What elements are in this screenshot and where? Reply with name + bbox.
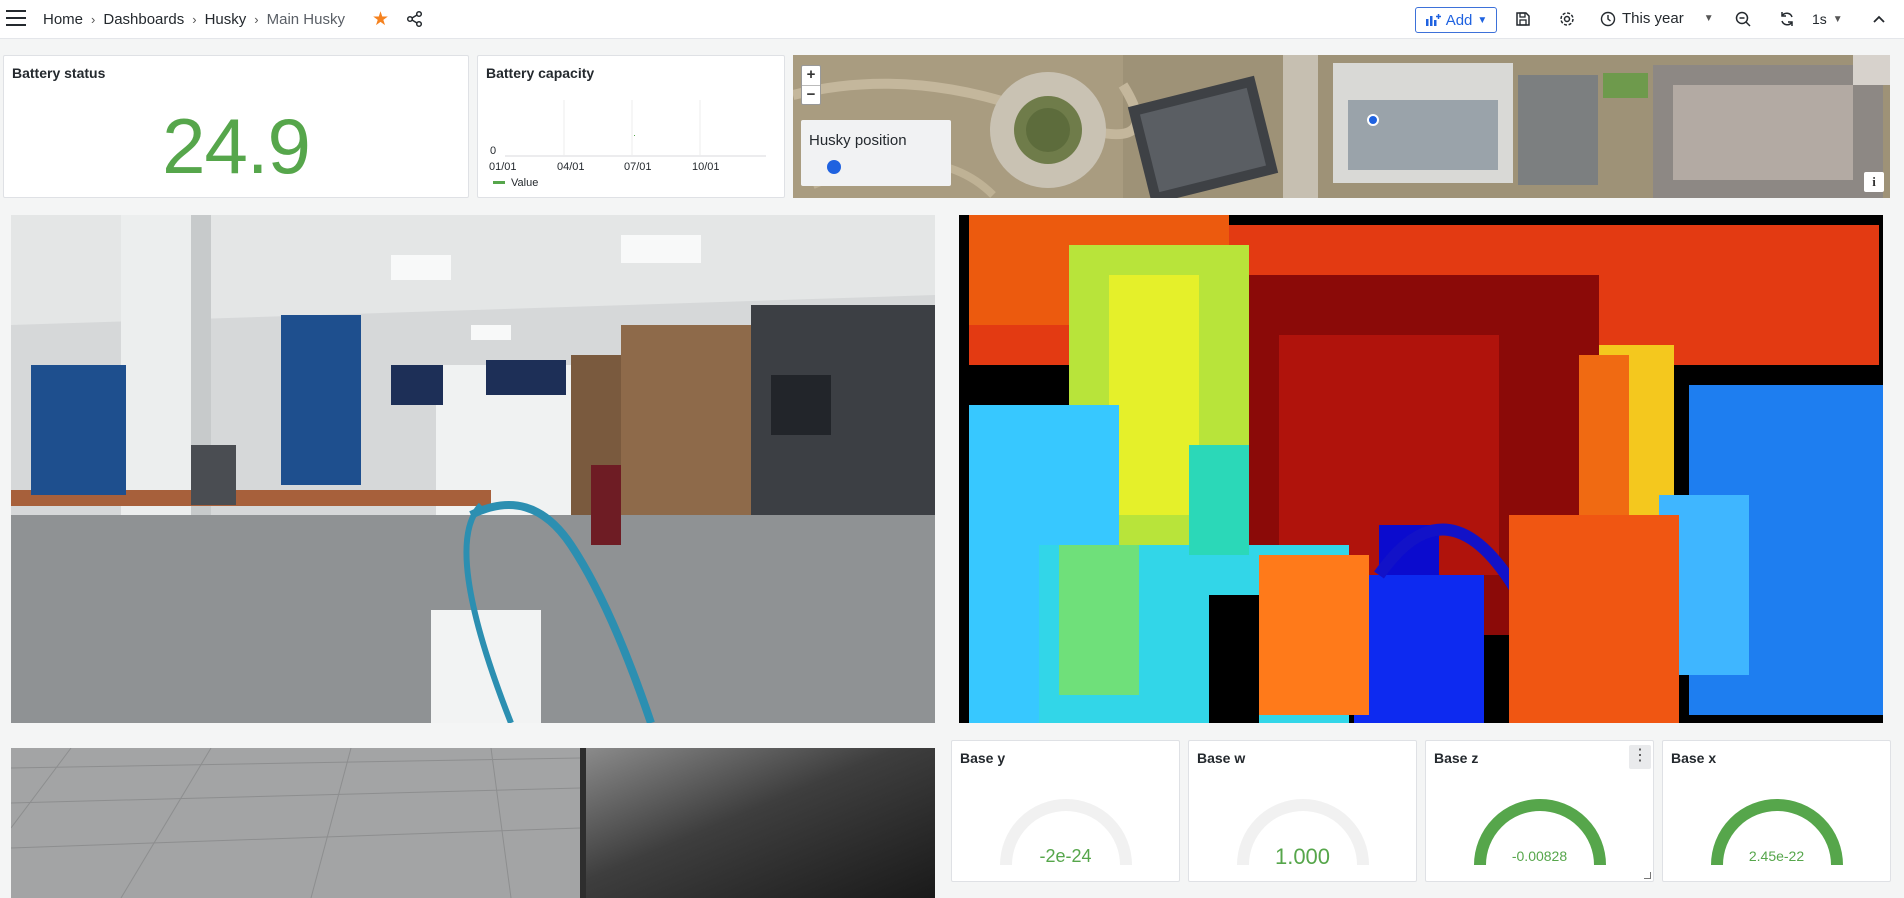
x-tick-label: 01/01 — [489, 161, 517, 173]
camera-feed-depth — [959, 215, 1883, 723]
chevron-down-icon: ▼ — [1832, 13, 1843, 25]
chevron-right-icon: › — [91, 12, 96, 27]
chevron-down-icon: ▼ — [1477, 14, 1488, 26]
satellite-map-image — [793, 55, 1890, 198]
breadcrumb: Home › Dashboards › Husky › Main Husky — [43, 11, 345, 28]
chevron-right-icon: › — [254, 12, 259, 27]
map-info-button[interactable]: i — [1864, 172, 1884, 192]
map-zoom-control: + − — [801, 65, 821, 105]
refresh-interval-label: 1s — [1812, 11, 1827, 27]
depth-render-image — [580, 748, 935, 898]
panel-title: Base y — [960, 750, 1006, 766]
base-w-gauge-panel: Base w 1.000 — [1188, 740, 1417, 882]
refresh-icon[interactable] — [1778, 10, 1796, 28]
clock-icon — [1600, 11, 1616, 26]
settings-gear-icon[interactable] — [1558, 10, 1576, 28]
battery-status-panel: Battery status 24.9 — [3, 55, 469, 198]
map-legend: Husky position — [801, 120, 951, 186]
x-tick-label: 04/01 — [557, 161, 585, 173]
depth-image — [959, 215, 1883, 723]
husky-position-map[interactable]: + − Husky position i — [793, 55, 1890, 198]
camera-feed-rgb — [11, 215, 935, 723]
zoom-out-icon[interactable] — [1734, 10, 1752, 28]
refresh-interval-picker[interactable]: 1s ▼ — [1812, 11, 1843, 27]
x-tick-label: 07/01 — [624, 161, 652, 173]
chevron-down-icon: ▼ — [1703, 13, 1714, 24]
breadcrumb-dashboards[interactable]: Dashboards — [103, 11, 184, 28]
base-z-value: -0.00828 — [1511, 848, 1568, 864]
legend-swatch — [493, 181, 505, 184]
add-button[interactable]: Add ▼ — [1415, 7, 1497, 33]
time-range-label: This year — [1622, 10, 1684, 27]
3d-scene-view — [11, 748, 580, 898]
time-range-picker[interactable]: This year ▼ — [1600, 10, 1714, 27]
add-panel-icon — [1425, 14, 1441, 26]
breadcrumb-current: Main Husky — [266, 11, 345, 28]
base-w-value: 1.000 — [1274, 844, 1331, 869]
battery-capacity-chart: 0 01/01 04/01 07/01 10/01 Value — [489, 100, 766, 189]
battery-capacity-panel: Battery capacity 0 01/01 04/01 07/01 10/… — [477, 55, 785, 198]
breadcrumb-home[interactable]: Home — [43, 11, 83, 28]
add-button-label: Add — [1445, 11, 1473, 29]
panel-title: Battery status — [12, 65, 106, 81]
base-x-gauge-panel: Base x 2.45e-22 — [1662, 740, 1891, 882]
base-z-gauge-panel: Base z ⋮ -0.00828 — [1425, 740, 1654, 882]
base-y-gauge-panel: Base y -2e-24 — [951, 740, 1180, 882]
battery-status-value: 24.9 — [162, 102, 311, 190]
chevron-right-icon: › — [192, 12, 197, 27]
camera-image — [11, 215, 935, 723]
resize-handle[interactable] — [1644, 872, 1651, 879]
share-icon[interactable] — [406, 10, 424, 28]
base-x-value: 2.45e-22 — [1748, 848, 1805, 864]
panel-menu-icon[interactable]: ⋮ — [1629, 745, 1651, 769]
legend-label[interactable]: Value — [511, 177, 538, 189]
x-tick-label: 10/01 — [692, 161, 720, 173]
save-icon[interactable] — [1514, 10, 1532, 28]
legend-marker — [827, 160, 841, 174]
data-point — [634, 135, 635, 136]
panel-title: Base w — [1197, 750, 1246, 766]
map-legend-title: Husky position — [809, 132, 907, 149]
depth-render-view — [580, 748, 935, 898]
panel-title: Base z — [1434, 750, 1479, 766]
chevron-up-icon[interactable] — [1872, 10, 1886, 28]
menu-icon[interactable] — [6, 10, 26, 26]
top-navbar: Home › Dashboards › Husky › Main Husky ★… — [0, 0, 1904, 39]
grid-floor-image — [11, 748, 580, 898]
breadcrumb-husky[interactable]: Husky — [205, 11, 247, 28]
base-y-value: -2e-24 — [1039, 846, 1092, 866]
panel-title: Base x — [1671, 750, 1717, 766]
zoom-out-button[interactable]: − — [802, 85, 820, 104]
zoom-in-button[interactable]: + — [802, 66, 820, 85]
y-tick-label: 0 — [490, 145, 496, 157]
panel-title: Battery capacity — [486, 65, 595, 81]
star-icon[interactable]: ★ — [372, 8, 389, 31]
husky-location-marker[interactable] — [1367, 114, 1379, 126]
